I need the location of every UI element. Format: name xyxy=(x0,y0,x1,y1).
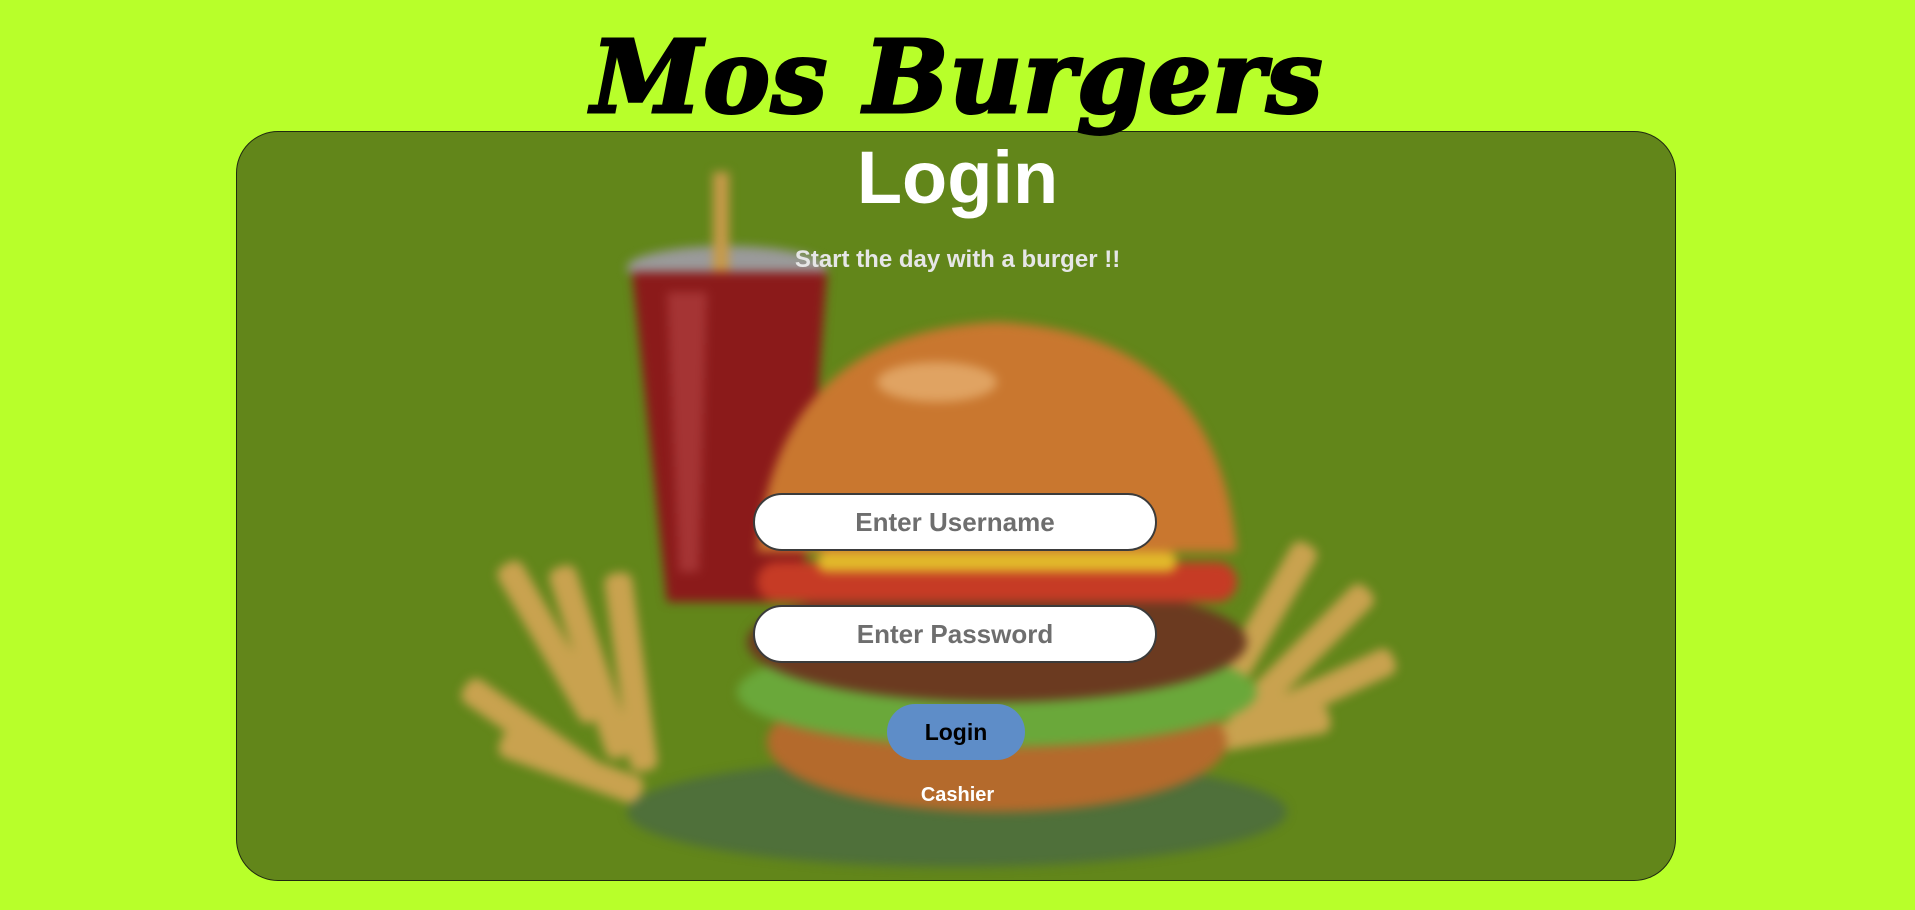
username-input[interactable] xyxy=(753,493,1157,551)
login-page: Mos Burgers Login Start the day with a b… xyxy=(0,0,1915,910)
brand-logo: Mos Burgers xyxy=(0,18,1915,136)
page-subtitle: Start the day with a burger !! xyxy=(794,246,1121,273)
page-title: Login xyxy=(856,136,1059,219)
login-button[interactable]: Login xyxy=(887,704,1025,760)
cashier-link[interactable]: Cashier xyxy=(921,784,994,806)
brand-name: Mos Burgers xyxy=(590,18,1324,136)
password-input[interactable] xyxy=(753,605,1157,663)
role-selector: Cashier xyxy=(0,784,1915,807)
